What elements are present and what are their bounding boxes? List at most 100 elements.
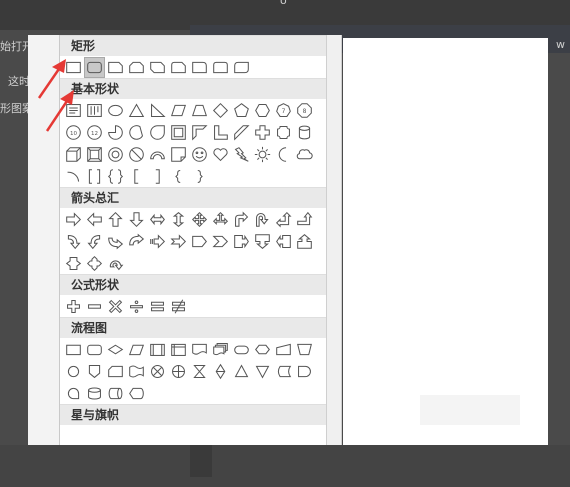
- flowchart-or-shape[interactable]: [168, 361, 189, 382]
- right-bracket-shape[interactable]: [147, 166, 168, 187]
- left-bracket-shape[interactable]: [126, 166, 147, 187]
- sun-shape[interactable]: [252, 144, 273, 165]
- cube-shape[interactable]: [63, 144, 84, 165]
- division-sign-shape[interactable]: [126, 296, 147, 317]
- quad-arrow-callout-shape[interactable]: [84, 253, 105, 274]
- up-arrow-callout-shape[interactable]: [294, 231, 315, 252]
- curved-right-arrow-shape[interactable]: [63, 231, 84, 252]
- block-arc-shape[interactable]: [147, 144, 168, 165]
- left-right-up-arrow-shape[interactable]: [210, 209, 231, 230]
- flowchart-decision-shape[interactable]: [105, 339, 126, 360]
- oval-shape[interactable]: [105, 100, 126, 121]
- flowchart-manual-operation-shape[interactable]: [294, 339, 315, 360]
- moon-shape[interactable]: [273, 144, 294, 165]
- no-symbol-shape[interactable]: [126, 144, 147, 165]
- heptagon-shape[interactable]: 7: [273, 100, 294, 121]
- left-brace-shape[interactable]: [168, 166, 189, 187]
- right-arrow-shape[interactable]: [63, 209, 84, 230]
- round-diagonal-rectangle-shape[interactable]: [231, 57, 252, 78]
- notched-right-arrow-shape[interactable]: [168, 231, 189, 252]
- flowchart-manual-input-shape[interactable]: [273, 339, 294, 360]
- right-triangle-shape[interactable]: [147, 100, 168, 121]
- double-bracket-shape[interactable]: [84, 166, 105, 187]
- flowchart-punched-tape-shape[interactable]: [126, 361, 147, 382]
- plus-sign-shape[interactable]: [63, 296, 84, 317]
- donut-shape[interactable]: [105, 144, 126, 165]
- rounded-rectangle-shape[interactable]: [84, 56, 105, 78]
- right-brace-shape[interactable]: [189, 166, 210, 187]
- striped-right-arrow-shape[interactable]: [147, 231, 168, 252]
- down-arrow-shape[interactable]: [126, 209, 147, 230]
- bevel-shape[interactable]: [84, 144, 105, 165]
- flowchart-predefined-process-shape[interactable]: [147, 339, 168, 360]
- snip-diagonal-rectangle-shape[interactable]: [147, 57, 168, 78]
- vertical-text-box-shape[interactable]: [84, 100, 105, 121]
- flowchart-connector-shape[interactable]: [63, 361, 84, 382]
- pie-shape[interactable]: [105, 122, 126, 143]
- up-down-arrow-shape[interactable]: [168, 209, 189, 230]
- flowchart-multidocument-shape[interactable]: [210, 339, 231, 360]
- flowchart-magnetic-disk-shape[interactable]: [84, 383, 105, 404]
- flowchart-preparation-shape[interactable]: [252, 339, 273, 360]
- circular-arrow-shape[interactable]: [105, 253, 126, 274]
- round-corner-rectangle-shape[interactable]: [189, 57, 210, 78]
- flowchart-process-shape[interactable]: [63, 339, 84, 360]
- cross-shape[interactable]: [252, 122, 273, 143]
- triangle-shape[interactable]: [126, 100, 147, 121]
- flowchart-alternate-process-shape[interactable]: [84, 339, 105, 360]
- double-brace-shape[interactable]: [105, 166, 126, 187]
- flowchart-card-shape[interactable]: [105, 361, 126, 382]
- pentagon-arrow-shape[interactable]: [189, 231, 210, 252]
- left-right-arrow-callout-shape[interactable]: [63, 253, 84, 274]
- multiply-sign-shape[interactable]: [105, 296, 126, 317]
- flowchart-direct-access-storage-shape[interactable]: [105, 383, 126, 404]
- right-arrow-callout-shape[interactable]: [231, 231, 252, 252]
- quad-arrow-shape[interactable]: [189, 209, 210, 230]
- flowchart-delay-shape[interactable]: [294, 361, 315, 382]
- equal-sign-shape[interactable]: [147, 296, 168, 317]
- cloud-shape[interactable]: [294, 144, 315, 165]
- hexagon-shape[interactable]: [252, 100, 273, 121]
- left-right-arrow-shape[interactable]: [147, 209, 168, 230]
- snip-same-side-rectangle-shape[interactable]: [126, 57, 147, 78]
- minus-sign-shape[interactable]: [84, 296, 105, 317]
- flowchart-merge-shape[interactable]: [252, 361, 273, 382]
- left-arrow-callout-shape[interactable]: [273, 231, 294, 252]
- pentagon-shape[interactable]: [231, 100, 252, 121]
- left-up-arrow-shape[interactable]: [273, 209, 294, 230]
- down-arrow-callout-shape[interactable]: [252, 231, 273, 252]
- lightning-bolt-shape[interactable]: [231, 144, 252, 165]
- heart-shape[interactable]: [210, 144, 231, 165]
- snip-corner-rectangle-shape[interactable]: [105, 57, 126, 78]
- bent-arrow-shape[interactable]: [231, 209, 252, 230]
- flowchart-summing-junction-shape[interactable]: [147, 361, 168, 382]
- diamond-shape[interactable]: [210, 100, 231, 121]
- chevron-shape[interactable]: [210, 231, 231, 252]
- left-arrow-shape[interactable]: [84, 209, 105, 230]
- flowchart-off-page-connector-shape[interactable]: [84, 361, 105, 382]
- half-frame-shape[interactable]: [189, 122, 210, 143]
- l-shape[interactable]: [210, 122, 231, 143]
- snip-round-rectangle-shape[interactable]: [168, 57, 189, 78]
- plaque-shape[interactable]: [273, 122, 294, 143]
- flowchart-terminator-shape[interactable]: [231, 339, 252, 360]
- u-turn-arrow-shape[interactable]: [252, 209, 273, 230]
- flowchart-display-shape[interactable]: [126, 383, 147, 404]
- arc-shape[interactable]: [63, 166, 84, 187]
- diagonal-stripe-shape[interactable]: [231, 122, 252, 143]
- round-same-side-rectangle-shape[interactable]: [210, 57, 231, 78]
- trapezoid-shape[interactable]: [189, 100, 210, 121]
- flowchart-stored-data-shape[interactable]: [273, 361, 294, 382]
- chord-shape[interactable]: [126, 122, 147, 143]
- dodecagon-shape[interactable]: 12: [84, 122, 105, 143]
- flowchart-sequential-access-storage-shape[interactable]: [63, 383, 84, 404]
- frame-shape[interactable]: [168, 122, 189, 143]
- flowchart-sort-shape[interactable]: [210, 361, 231, 382]
- octagon-shape[interactable]: 8: [294, 100, 315, 121]
- teardrop-shape[interactable]: [147, 122, 168, 143]
- parallelogram-shape[interactable]: [168, 100, 189, 121]
- flowchart-extract-shape[interactable]: [231, 361, 252, 382]
- curved-left-arrow-shape[interactable]: [84, 231, 105, 252]
- flowchart-collate-shape[interactable]: [189, 361, 210, 382]
- smiley-face-shape[interactable]: [189, 144, 210, 165]
